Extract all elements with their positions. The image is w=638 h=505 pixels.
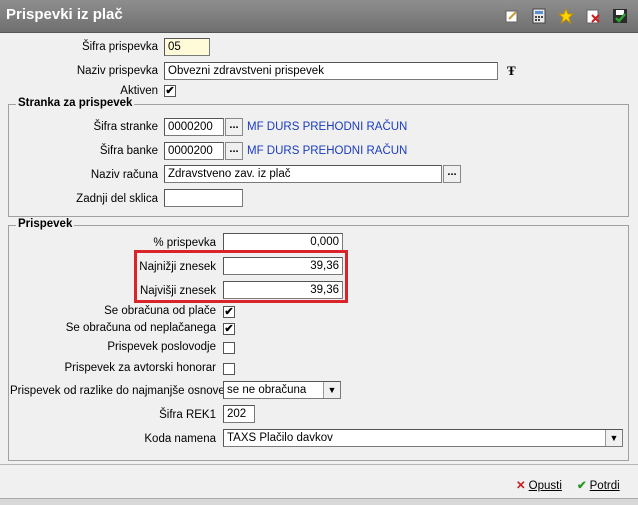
zadnji-del-sklica-input[interactable] [164,189,243,207]
koda-namena-value: TAXS Plačilo davkov [227,432,333,444]
confirm-button[interactable]: ✔ Potrdi [577,478,620,492]
naziv-racuna-label: Naziv računa [90,169,158,181]
prispevek-poslovodje-label: Prispevek poslovodje [107,341,216,353]
se-obracuna-od-neplacanega-checkbox[interactable]: ✔ [223,323,235,335]
chevron-down-icon[interactable]: ▼ [323,382,340,398]
se-obracuna-od-neplacanega-label: Se obračuna od neplačanega [65,322,216,334]
pct-prispevka-label: % prispevka [153,237,216,249]
sifra-stranke-input[interactable]: 0000200 [164,118,224,136]
pct-prispevka-input[interactable]: 0,000 [223,233,343,251]
najnizji-znesek-label: Najnižji znesek [139,261,216,273]
stranka-group-title: Stranka za prispevek [16,97,135,109]
sifra-banke-name: MF DURS PREHODNI RAČUN [247,145,408,157]
close-icon: ✕ [516,480,526,492]
prispevek-od-razlike-select[interactable]: se ne obračuna ▼ [223,381,341,399]
title-bar: Prispevki iz plač [0,0,638,33]
prispevek-avtorski-honorar-checkbox[interactable] [223,363,235,375]
star-icon[interactable] [557,7,575,25]
naziv-racuna-lookup-button[interactable]: ... [443,165,461,183]
cancel-button[interactable]: ✕ Opusti [516,478,562,492]
confirm-button-label: Potrdi [589,480,620,492]
sifra-rek1-input[interactable]: 202 [223,405,255,423]
delete-icon[interactable] [584,7,602,25]
save-icon[interactable] [611,7,629,25]
najnizji-znesek-input[interactable]: 39,36 [223,257,343,275]
window-title: Prispevki iz plač [6,6,123,23]
sifra-stranke-name: MF DURS PREHODNI RAČUN [247,121,408,133]
edit-icon[interactable] [503,7,521,25]
prispevek-od-razlike-label: Prispevek od razlike do najmanjše osnove [10,385,225,397]
prispevek-avtorski-honorar-label: Prispevek za avtorski honorar [64,362,216,374]
sifra-prispevka-input[interactable]: 05 [164,38,210,56]
naziv-prispevka-label: Naziv prispevka [76,65,158,77]
sifra-banke-label: Šifra banke [99,145,158,157]
sifra-prispevka-label: Šifra prispevka [81,41,158,53]
koda-namena-label: Koda namena [144,433,216,445]
chevron-down-icon[interactable]: ▼ [605,430,622,446]
sifra-stranke-label: Šifra stranke [93,121,158,133]
text-format-icon[interactable]: Ŧ [507,63,516,79]
koda-namena-select[interactable]: TAXS Plačilo davkov ▼ [223,429,623,447]
se-obracuna-od-place-label: Se obračuna od plače [104,305,216,317]
prispevek-od-razlike-value: se ne obračuna [227,384,307,396]
footer-separator [0,464,638,465]
cancel-button-label: Opusti [528,480,562,492]
prispevek-poslovodje-checkbox[interactable] [223,342,235,354]
naziv-prispevka-input[interactable]: Obvezni zdravstveni prispevek [164,62,498,80]
aktiven-label: Aktiven [120,85,158,97]
aktiven-checkbox[interactable]: ✔ [164,85,176,97]
sifra-stranke-lookup-button[interactable]: ... [225,118,243,136]
sifra-banke-input[interactable]: 0000200 [164,142,224,160]
sifra-rek1-label: Šifra REK1 [159,409,216,421]
najvisji-znesek-input[interactable]: 39,36 [223,281,343,299]
calculator-icon[interactable] [530,7,548,25]
naziv-racuna-input[interactable]: Zdravstveno zav. iz plač [164,165,442,183]
prispevek-group-title: Prispevek [16,218,75,230]
sifra-banke-lookup-button[interactable]: ... [225,142,243,160]
najvisji-znesek-label: Najvišji znesek [139,285,216,297]
checkmark-icon: ✔ [577,480,587,492]
zadnji-del-sklica-label: Zadnji del sklica [76,193,158,205]
se-obracuna-od-place-checkbox[interactable]: ✔ [223,306,235,318]
